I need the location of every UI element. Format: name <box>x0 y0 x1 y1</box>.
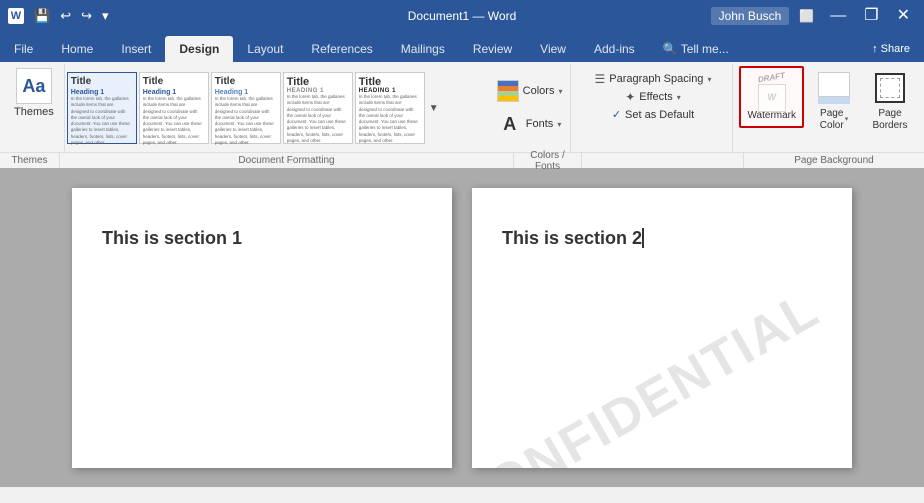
themes-label: Themes <box>14 106 54 118</box>
fonts-label: Fonts <box>526 118 554 130</box>
colors-label: Colors <box>523 85 555 97</box>
colors-button[interactable]: Colors ▾ <box>493 78 567 104</box>
minimize-button[interactable]: — <box>824 6 852 26</box>
page-background-label: Page Background <box>744 153 924 168</box>
watermark-button[interactable]: DRAFT W Watermark <box>739 66 804 128</box>
title-bar-right: John Busch ⬜ — ❐ ✕ <box>711 6 916 26</box>
tab-design[interactable]: Design <box>165 36 233 62</box>
paragraph-spacing-label: Paragraph Spacing <box>609 73 703 85</box>
document-title: Document1 — Word <box>408 9 517 23</box>
themes-group: Aa Themes <box>4 64 65 152</box>
page-color-button[interactable]: PageColor ▾ <box>808 66 860 136</box>
redo-button[interactable]: ↪ <box>77 6 96 26</box>
fonts-dropdown-arrow: ▾ <box>557 120 561 129</box>
checkmark-icon: ✓ <box>612 108 621 121</box>
user-name[interactable]: John Busch <box>711 7 790 25</box>
page-borders-button[interactable]: PageBorders <box>864 66 916 136</box>
colors-dropdown-arrow: ▾ <box>558 87 562 96</box>
set-as-default-button[interactable]: ✓ Set as Default <box>608 106 698 123</box>
tab-home[interactable]: Home <box>47 36 107 62</box>
tab-bar: File Home Insert Design Layout Reference… <box>0 32 924 62</box>
tab-addins[interactable]: Add-ins <box>580 36 649 62</box>
colors-swatch <box>497 80 519 102</box>
document-page-1[interactable]: This is section 1 <box>72 188 452 468</box>
page-background-group: DRAFT W Watermark PageColor <box>735 64 920 152</box>
share-button[interactable]: ↑ Share <box>858 36 924 62</box>
title-bar-left: W 💾 ↩ ↪ ▾ <box>8 6 113 26</box>
paragraph-spacing-group-label <box>582 153 744 168</box>
scroll-down-arrow[interactable]: ▼ <box>427 101 441 116</box>
paragraph-spacing-icon: ☰ <box>594 72 605 86</box>
tab-insert[interactable]: Insert <box>107 36 165 62</box>
format-thumb-1[interactable]: Title Heading 1 In the lorem tab, the ga… <box>67 72 137 144</box>
page-background-buttons: DRAFT W Watermark PageColor <box>739 66 916 150</box>
effects-label: Effects <box>639 91 672 103</box>
colors-fonts-label: Colors / Fonts <box>514 153 582 168</box>
format-thumbnails: Title Heading 1 In the lorem tab, the ga… <box>67 64 487 152</box>
themes-icon: Aa <box>16 68 52 104</box>
paragraph-spacing-group: ☰ Paragraph Spacing ▾ ✦ Effects ▾ ✓ Set … <box>573 64 733 152</box>
set-as-default-label: Set as Default <box>625 109 694 121</box>
tab-file[interactable]: File <box>0 36 47 62</box>
section-1-text: This is section 1 <box>102 228 422 249</box>
format-thumb-5[interactable]: Title HEADING 1 In the lorem tab, the ga… <box>355 72 425 144</box>
page-borders-icon-wrap <box>872 70 908 106</box>
ribbon-toggle-icon[interactable]: ⬜ <box>795 7 818 25</box>
save-button[interactable]: 💾 <box>30 6 54 26</box>
text-cursor <box>642 228 644 248</box>
themes-group-content: Aa Themes <box>8 66 60 150</box>
fonts-button[interactable]: A Fonts ▾ <box>494 110 566 138</box>
paragraph-spacing-button[interactable]: ☰ Paragraph Spacing ▾ <box>590 70 715 88</box>
app-icon: W <box>8 8 24 24</box>
title-bar: W 💾 ↩ ↪ ▾ Document1 — Word John Busch ⬜ … <box>0 0 924 32</box>
section-2-text: This is section 2 <box>502 228 822 249</box>
customize-quick-access-button[interactable]: ▾ <box>98 6 113 26</box>
watermark-icon-wrap: DRAFT W <box>754 72 790 108</box>
colors-fonts-group: Colors ▾ A Fonts ▾ <box>489 64 572 152</box>
paragraph-spacing-arrow: ▾ <box>707 75 711 84</box>
format-thumb-4[interactable]: Title HEADING 1 In the lorem tab, the ga… <box>283 72 353 144</box>
page-borders-label: PageBorders <box>872 108 907 132</box>
doc-formatting-label: Document Formatting <box>60 153 514 168</box>
tab-tellme[interactable]: 🔍 Tell me... <box>649 36 743 62</box>
document-page-2[interactable]: This is section 2 CONFIDENTIAL <box>472 188 852 468</box>
document-area: This is section 1 This is section 2 CONF… <box>0 168 924 487</box>
watermark-overlay: CONFIDENTIAL <box>472 279 829 468</box>
themes-group-label: Themes <box>0 153 60 168</box>
format-thumb-3[interactable]: Title Heading 1 In the lorem tab, the ga… <box>211 72 281 144</box>
themes-button[interactable]: Aa Themes <box>8 66 60 120</box>
undo-button[interactable]: ↩ <box>56 6 75 26</box>
page-color-label: PageColor <box>820 108 844 132</box>
ribbon-group-labels: Themes Document Formatting Colors / Font… <box>0 152 924 168</box>
fonts-icon: A <box>498 112 522 136</box>
watermark-button-wrap: DRAFT W Watermark <box>739 66 804 128</box>
tab-mailings[interactable]: Mailings <box>387 36 459 62</box>
tab-view[interactable]: View <box>526 36 580 62</box>
effects-icon: ✦ <box>625 90 635 104</box>
quick-access-toolbar: 💾 ↩ ↪ ▾ <box>30 6 113 26</box>
document-formatting-group: Title Heading 1 In the lorem tab, the ga… <box>67 64 487 152</box>
word-w: W <box>11 10 21 22</box>
effects-arrow: ▾ <box>677 93 681 102</box>
close-button[interactable]: ✕ <box>891 6 916 26</box>
ribbon: Aa Themes Title Heading 1 In the lorem t… <box>0 62 924 152</box>
tab-review[interactable]: Review <box>459 36 526 62</box>
watermark-label: Watermark <box>747 110 796 122</box>
format-thumb-2[interactable]: Title Heading 1 In the lorem tab, the ga… <box>139 72 209 144</box>
page-color-icon-wrap <box>816 70 852 106</box>
restore-button[interactable]: ❐ <box>858 6 884 26</box>
tab-references[interactable]: References <box>297 36 386 62</box>
tab-layout[interactable]: Layout <box>233 36 297 62</box>
effects-button[interactable]: ✦ Effects ▾ <box>621 88 685 106</box>
